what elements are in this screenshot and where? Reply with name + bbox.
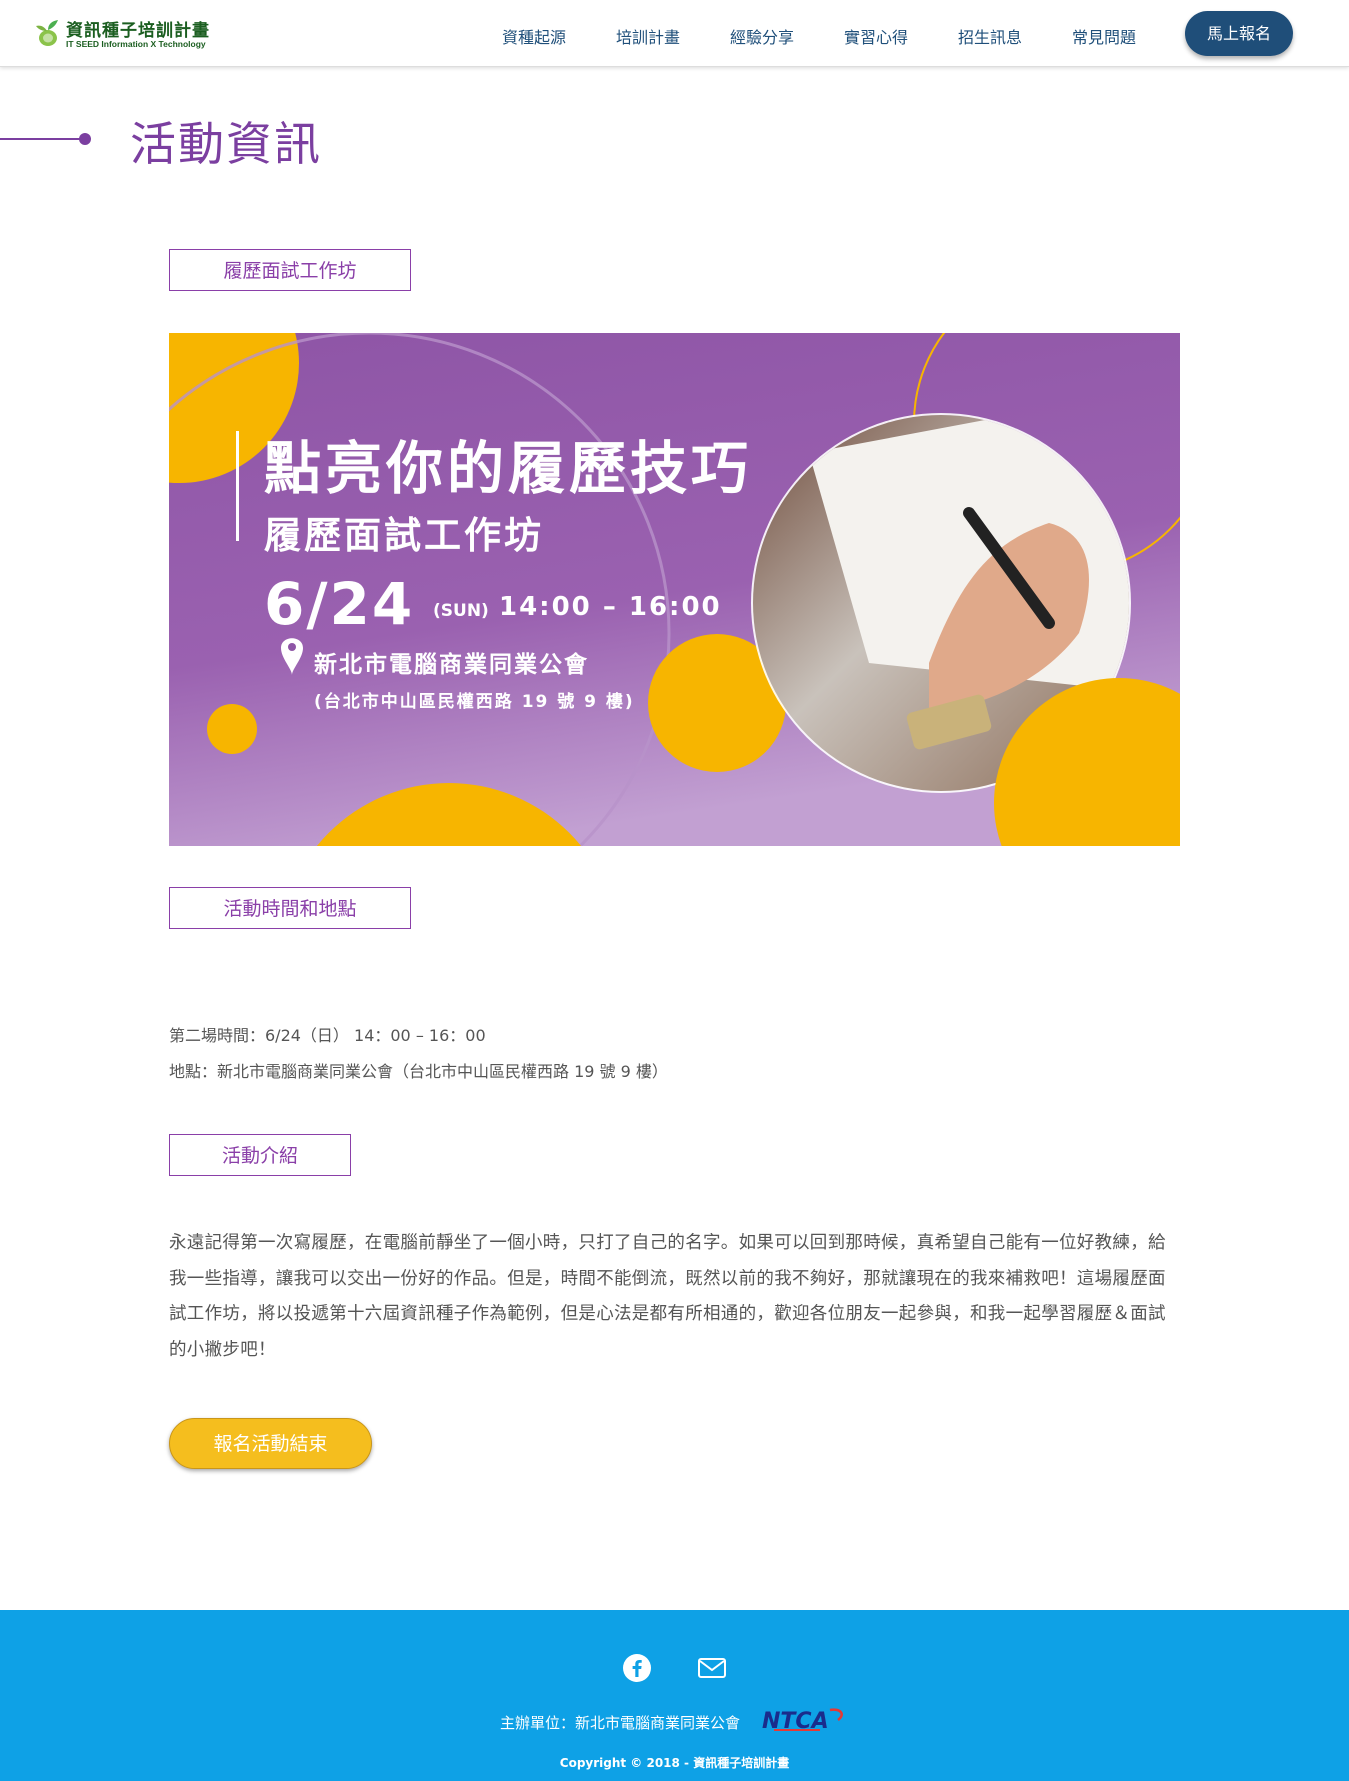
banner-address: (台北市中山區民權西路 19 號 9 樓) [314, 692, 635, 712]
deco-small-yellow-dot [207, 704, 257, 754]
nav-item-internship[interactable]: 實習心得 [836, 24, 916, 48]
event-time-line: 第二場時間：6/24（日） 14：00 – 16：00 [169, 1026, 486, 1045]
facebook-icon[interactable] [622, 1653, 652, 1683]
nav-item-faq[interactable]: 常見問題 [1064, 24, 1144, 48]
event-banner: 點亮你的履歷技巧 履歷面試工作坊 6/24 (SUN) 14:00 – 16:0… [169, 333, 1180, 846]
title-decoration-line [0, 138, 80, 140]
event-place-line: 地點：新北市電腦商業同業公會（台北市中山區民權西路 19 號 9 樓） [169, 1062, 668, 1081]
banner-venue: 新北市電腦商業同業公會 [314, 652, 589, 678]
nav-item-origin[interactable]: 資種起源 [494, 24, 574, 48]
mail-icon[interactable] [697, 1653, 727, 1683]
title-decoration-dot [79, 133, 91, 145]
banner-subheadline: 履歷面試工作坊 [264, 514, 544, 557]
nav-item-experience[interactable]: 經驗分享 [722, 24, 802, 48]
section-tag-intro: 活動介紹 [169, 1134, 351, 1176]
banner-date: 6/24 [264, 570, 415, 638]
section-tag-workshop: 履歷面試工作坊 [169, 249, 411, 291]
page-title: 活動資訊 [130, 117, 322, 171]
seed-logo-icon [36, 20, 58, 46]
logo-title: 資訊種子培訓計畫 [66, 21, 210, 41]
organizer-text: 主辦單位：新北市電腦商業同業公會 [500, 1714, 741, 1732]
site-footer: 主辦單位：新北市電腦商業同業公會 NTCA Copyright © 2018 -… [0, 1610, 1349, 1781]
ntca-logo[interactable]: NTCA [760, 1706, 850, 1734]
headline-bar [236, 431, 239, 541]
banner-time: 14:00 – 16:00 [499, 592, 722, 622]
banner-headline: 點亮你的履歷技巧 [264, 436, 752, 502]
banner-weekday: (SUN) [433, 601, 489, 621]
registration-closed-button[interactable]: 報名活動結束 [169, 1418, 372, 1469]
event-intro-text: 永遠記得第一次寫履歷，在電腦前靜坐了一個小時，只打了自己的名字。如果可以回到那時… [169, 1233, 1166, 1360]
copyright-text: Copyright © 2018 - 資訊種子培訓計畫 [559, 1756, 790, 1770]
nav-item-training[interactable]: 培訓計畫 [608, 24, 688, 48]
signup-button[interactable]: 馬上報名 [1185, 11, 1293, 56]
site-header: 資訊種子培訓計畫 IT SEED Information X Technolog… [0, 0, 1349, 67]
logo-subtitle: IT SEED Information X Technology [66, 39, 206, 49]
section-tag-time-place: 活動時間和地點 [169, 887, 411, 929]
site-logo[interactable]: 資訊種子培訓計畫 IT SEED Information X Technolog… [34, 14, 234, 54]
nav-item-admission[interactable]: 招生訊息 [950, 24, 1030, 48]
